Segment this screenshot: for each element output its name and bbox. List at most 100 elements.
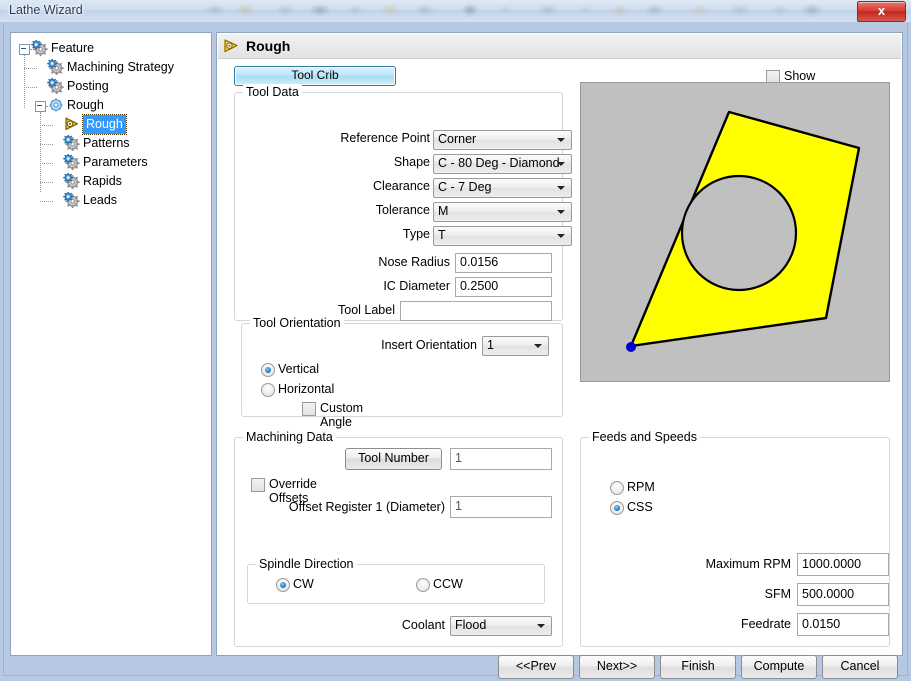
checkbox-box xyxy=(302,402,316,416)
offset-register-value: 1 xyxy=(455,499,462,513)
chevron-down-icon xyxy=(557,138,565,142)
ic-diameter-value: 0.2500 xyxy=(460,279,499,293)
coolant-combo[interactable]: Flood xyxy=(450,616,552,636)
nose-radius-value: 0.0156 xyxy=(460,255,499,269)
shape-label: Shape xyxy=(393,155,430,169)
prev-button[interactable]: <<Prev xyxy=(498,655,574,679)
window-title: Lathe Wizard xyxy=(9,3,83,17)
close-button[interactable]: x xyxy=(857,1,906,22)
tree-item-label: Machining Strategy xyxy=(67,60,175,74)
type-label: Type xyxy=(402,227,430,241)
tool-icon xyxy=(63,116,81,132)
tree-expander-icon[interactable] xyxy=(19,44,30,55)
radio-dot xyxy=(610,481,624,495)
type-combo[interactable]: T xyxy=(433,226,572,246)
next-button[interactable]: Next>> xyxy=(579,655,655,679)
tolerance-combo[interactable]: M xyxy=(433,202,572,222)
spindle-direction-group-title: Spindle Direction xyxy=(256,557,357,571)
reference-point-value: Corner xyxy=(438,132,477,146)
shape-combo[interactable]: C - 80 Deg - Diamond xyxy=(433,154,572,174)
coolant-value: Flood xyxy=(455,618,487,632)
tree-item-label: Rough xyxy=(82,114,127,135)
custom-angle-label: Custom Angle xyxy=(320,401,364,429)
gear-icon xyxy=(31,40,49,56)
chevron-down-icon xyxy=(534,344,542,348)
tool-data-group-title: Tool Data xyxy=(243,85,302,99)
chevron-down-icon xyxy=(557,186,565,190)
reference-point-combo[interactable]: Corner xyxy=(433,130,572,150)
tool-crib-button[interactable]: Tool Crib xyxy=(234,66,396,86)
clearance-label: Clearance xyxy=(373,179,430,193)
feedrate-input[interactable]: 0.0150 xyxy=(797,613,889,636)
tree-connector xyxy=(40,144,53,145)
tree-item-label: Patterns xyxy=(83,136,130,150)
tree-connector xyxy=(24,55,25,108)
spindle-cw-label: CW xyxy=(293,577,314,591)
radio-dot xyxy=(261,383,275,397)
nose-radius-input[interactable]: 0.0156 xyxy=(455,253,552,273)
feedrate-label: Feedrate xyxy=(740,617,791,631)
nose-radius-label: Nose Radius xyxy=(378,255,450,269)
chevron-down-icon xyxy=(557,162,565,166)
horizontal-label: Horizontal xyxy=(278,382,335,396)
tool-number-input[interactable]: 1 xyxy=(450,448,552,470)
offset-register-label: Offset Register 1 (Diameter) xyxy=(288,500,445,514)
rpm-label: RPM xyxy=(627,480,655,494)
insert-hole xyxy=(680,174,798,292)
tool-preview xyxy=(580,82,890,382)
tool-label-input[interactable] xyxy=(400,301,552,321)
tree-item-label: Parameters xyxy=(83,155,148,169)
gear-icon xyxy=(63,154,81,170)
offset-register-input[interactable]: 1 xyxy=(450,496,552,518)
clearance-value: C - 7 Deg xyxy=(438,180,492,194)
sfm-value: 500.0000 xyxy=(802,587,855,601)
clearance-combo[interactable]: C - 7 Deg xyxy=(433,178,572,198)
tree-item-label: Posting xyxy=(67,79,109,93)
tree-item-label: Rough xyxy=(67,98,104,112)
feeds-and-speeds-group-title: Feeds and Speeds xyxy=(589,430,700,444)
title-bar: Lathe Wizard x xyxy=(0,0,911,23)
rough-operation-icon xyxy=(223,38,240,57)
gear-icon xyxy=(63,192,81,208)
ic-diameter-label: IC Diameter xyxy=(383,279,450,293)
checkbox-box xyxy=(251,478,265,492)
dialog-body: Feature Machining Strategy Posting Rough Rou… xyxy=(0,22,911,681)
insert-orientation-value: 1 xyxy=(487,338,494,352)
radio-dot xyxy=(416,578,430,592)
maximum-rpm-value: 1000.0000 xyxy=(802,557,862,571)
radio-dot xyxy=(261,363,275,377)
tolerance-label: Tolerance xyxy=(375,203,430,217)
feeds-and-speeds-group: Feeds and Speeds RPM CSS Maximum RPM 100… xyxy=(580,430,890,647)
sfm-input[interactable]: 500.0000 xyxy=(797,583,889,606)
tool-number-button[interactable]: Tool Number xyxy=(345,448,442,470)
shape-value: C - 80 Deg - Diamond xyxy=(438,156,560,170)
tree-connector xyxy=(40,125,53,126)
dialog-inner: Feature Machining Strategy Posting Rough Rou… xyxy=(3,23,908,679)
ic-diameter-input[interactable]: 0.2500 xyxy=(455,277,552,297)
tree-connector xyxy=(40,163,53,164)
feedrate-value: 0.0150 xyxy=(802,617,841,631)
tool-orientation-group: Tool Orientation Insert Orientation 1 Ve… xyxy=(241,316,563,429)
tree-item-label: Leads xyxy=(83,193,118,207)
navigation-tree-panel[interactable]: Feature Machining Strategy Posting Rough Rou… xyxy=(10,32,212,656)
sfm-label: SFM xyxy=(764,587,791,601)
compute-button[interactable]: Compute xyxy=(741,655,817,679)
chevron-down-icon xyxy=(537,624,545,628)
reference-point-marker xyxy=(626,342,636,352)
maximum-rpm-input[interactable]: 1000.0000 xyxy=(797,553,889,576)
chevron-down-icon xyxy=(557,234,565,238)
tree-expander-icon[interactable] xyxy=(35,101,46,112)
tool-number-value: 1 xyxy=(455,451,462,465)
cancel-button[interactable]: Cancel xyxy=(822,655,898,679)
content-panel: Rough Tool Crib Show Tool Holder Tool Da… xyxy=(216,32,903,656)
insert-orientation-label: Insert Orientation xyxy=(381,338,477,352)
tool-label-label: Tool Label xyxy=(338,303,395,317)
gear-blue-icon xyxy=(47,97,65,113)
footer-button-bar: <<Prev Next>> Finish Compute Cancel xyxy=(4,655,907,679)
spindle-direction-group: Spindle Direction CW CCW xyxy=(247,557,545,604)
insert-preview-graphic xyxy=(626,110,861,352)
insert-orientation-combo[interactable]: 1 xyxy=(482,336,549,356)
machining-data-group: Machining Data Tool Number 1 Override Of… xyxy=(234,430,563,647)
finish-button[interactable]: Finish xyxy=(660,655,736,679)
vertical-label: Vertical xyxy=(278,362,319,376)
